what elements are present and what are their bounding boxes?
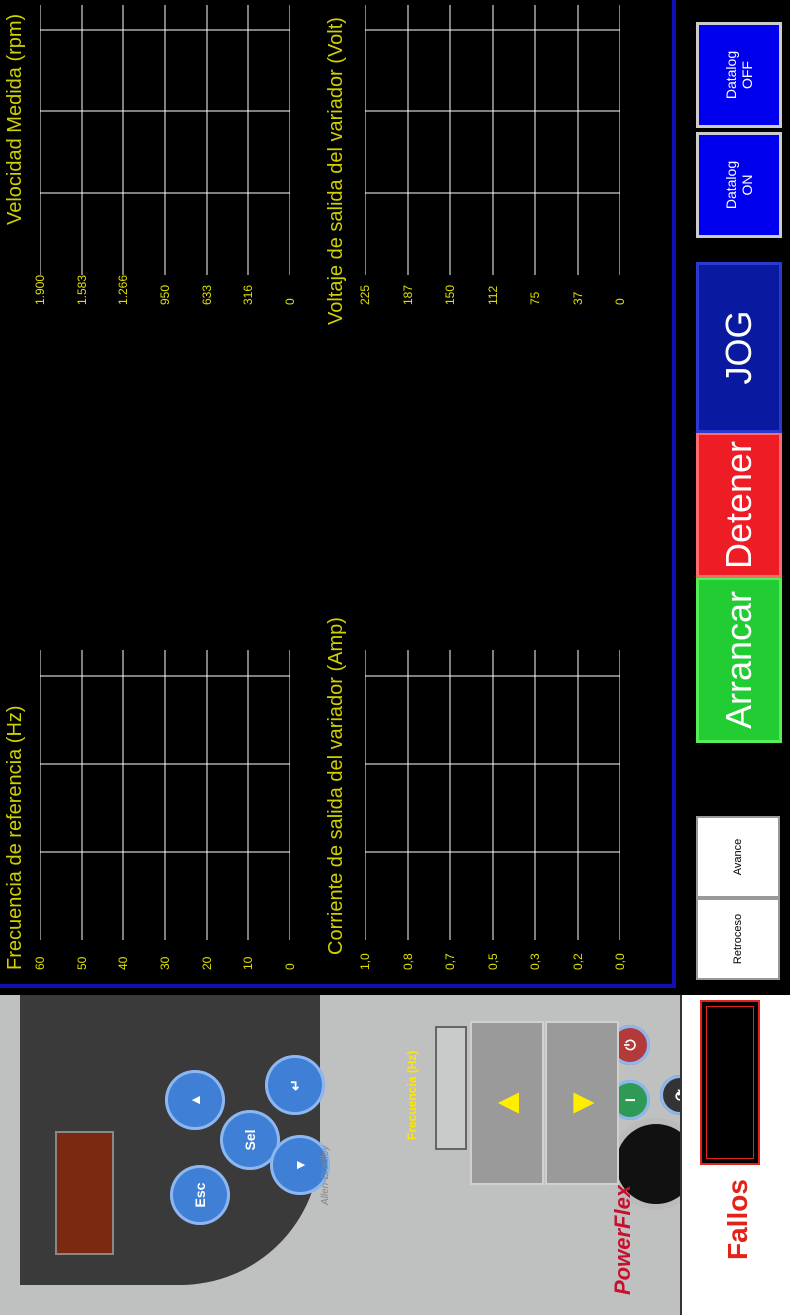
chart-title: Corriente de salida del variador (Amp)	[325, 617, 347, 955]
chart-title: Frecuencia de referencia (Hz)	[4, 705, 26, 970]
frequency-value-field	[435, 1026, 467, 1150]
jog-button[interactable]: JOG	[696, 262, 782, 433]
y-tick-label: 0,3	[528, 953, 542, 970]
freq-up-button[interactable]: ▲	[470, 1021, 544, 1185]
y-tick-label: 150	[443, 284, 457, 305]
y-tick-label: 0,2	[571, 953, 585, 970]
y-tick-label: 30	[158, 956, 172, 970]
keypad-housing: Esc Sel ▲ ▼ ↵ Allen-Bradley	[20, 995, 331, 1285]
y-tick-label: 10	[241, 956, 255, 970]
divider	[0, 984, 672, 988]
enter-key[interactable]: ↵	[265, 1055, 325, 1115]
y-tick-label: 37	[571, 291, 585, 305]
y-tick-label: 187	[401, 284, 415, 305]
chart-title: Voltaje de salida del variador (Volt)	[325, 17, 347, 325]
y-tick-label: 1.583	[75, 274, 89, 305]
retroceso-label: Retroceso	[732, 913, 744, 965]
detener-button[interactable]: Detener	[696, 432, 782, 578]
esc-key-label: Esc	[192, 1182, 208, 1208]
jog-label: JOG	[718, 310, 759, 385]
drive-keypad-panel: Esc Sel ▲ ▼ ↵ Allen-Bradley I ⟳ ⏻ PowerF…	[0, 995, 790, 1315]
datalog-off-label: Datalog OFF	[723, 50, 755, 100]
datalog-on-button[interactable]: Datalog ON	[696, 132, 782, 238]
maker-label: Allen-Bradley	[320, 1145, 331, 1205]
faults-box: Fallos	[680, 995, 790, 1315]
y-tick-label: 1,0	[358, 953, 372, 970]
control-strip: Retroceso Avance Arrancar Detener JOG Da…	[672, 0, 790, 988]
freq-down-button[interactable]: ▼	[545, 1021, 619, 1185]
y-tick-label: 1.266	[116, 274, 130, 305]
y-tick-label: 75	[528, 291, 542, 305]
powerflex-logo: PowerFlex	[610, 1184, 635, 1295]
up-arrow-icon: ▲	[486, 1085, 527, 1121]
y-tick-label: 0,7	[443, 953, 457, 970]
stop-icon: ⏻	[621, 1039, 638, 1051]
y-tick-label: 0	[613, 298, 627, 305]
y-tick-label: 40	[116, 956, 130, 970]
chart-title: Velocidad Medida (rpm)	[4, 13, 26, 225]
retroceso-button[interactable]: Retroceso	[696, 898, 780, 980]
faults-field	[700, 1000, 760, 1165]
y-tick-label: 950	[158, 284, 172, 305]
y-tick-label: 316	[241, 284, 255, 305]
chart-grid	[365, 5, 620, 275]
y-tick-label: 0,0	[613, 953, 627, 970]
up-arrow-icon: ▲	[187, 1093, 203, 1107]
y-tick-label: 60	[33, 956, 47, 970]
detener-label: Detener	[718, 440, 759, 570]
control-strip-inner: Retroceso Avance Arrancar Detener JOG Da…	[682, 0, 790, 988]
frequency-label: Frecuencia (Hz)	[405, 1050, 419, 1140]
chart-grid	[40, 5, 290, 275]
avance-button[interactable]: Avance	[696, 816, 780, 898]
sel-key-label: Sel	[242, 1129, 258, 1151]
esc-key[interactable]: Esc	[170, 1165, 230, 1225]
arrancar-button[interactable]: Arrancar	[696, 577, 782, 743]
y-tick-label: 1.900	[33, 274, 47, 305]
datalog-on-label: Datalog ON	[723, 160, 755, 210]
start-icon: I	[622, 1098, 638, 1102]
faults-title: Fallos	[722, 1179, 753, 1260]
y-tick-label: 112	[486, 285, 500, 305]
y-tick-label: 0,8	[401, 953, 415, 970]
y-tick-label: 633	[200, 284, 214, 305]
datalog-off-button[interactable]: Datalog OFF	[696, 22, 782, 128]
chart-grid	[40, 650, 290, 940]
y-tick-label: 0	[283, 963, 297, 970]
led-display	[55, 1131, 114, 1255]
y-tick-label: 20	[200, 956, 214, 970]
y-tick-label: 0	[283, 298, 297, 305]
y-tick-label: 225	[358, 284, 372, 305]
up-arrow-key[interactable]: ▲	[165, 1070, 225, 1130]
avance-label: Avance	[732, 838, 744, 876]
arrancar-label: Arrancar	[718, 590, 759, 730]
enter-icon: ↵	[286, 1079, 303, 1091]
down-arrow-icon: ▼	[292, 1158, 308, 1172]
chart-grid	[365, 650, 620, 940]
y-tick-label: 50	[75, 956, 89, 970]
down-arrow-icon: ▼	[561, 1085, 602, 1121]
y-tick-label: 0,5	[486, 953, 500, 970]
